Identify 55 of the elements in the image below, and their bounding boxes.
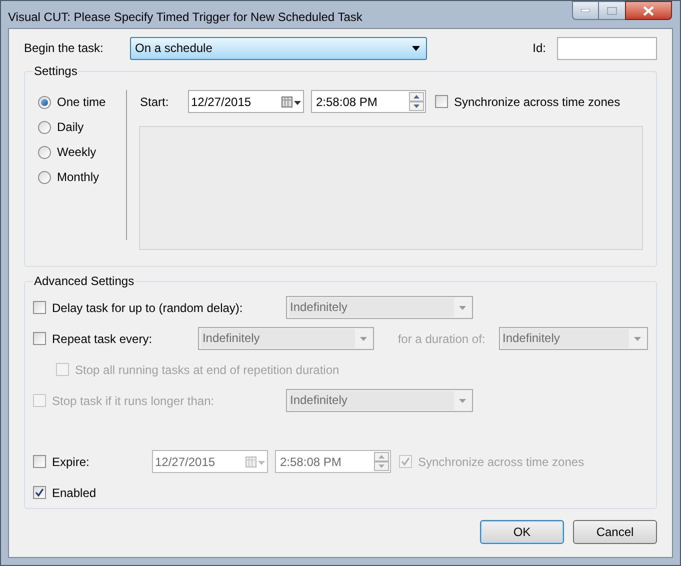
calendar-icon — [245, 456, 267, 468]
checkbox-label: Delay task for up to (random delay): — [52, 300, 243, 316]
group-title: Settings — [33, 64, 78, 78]
time-field[interactable]: 2:58:08 PM — [311, 90, 426, 113]
checkbox-label: Stop all running tasks at end of repetition duration — [75, 362, 340, 378]
close-icon — [643, 6, 654, 16]
minimize-icon — [581, 9, 590, 12]
dropdown[interactable]: Indefinitely — [198, 327, 374, 350]
close-button[interactable] — [625, 1, 672, 20]
dropdown[interactable]: Indefinitely — [498, 327, 648, 350]
checkbox-label: Expire: — [52, 454, 90, 470]
radio-label: Monthly — [57, 169, 100, 186]
checkbox[interactable] — [33, 486, 46, 499]
spinner-icon[interactable] — [409, 92, 424, 111]
start-label: Start: — [140, 94, 170, 110]
checkbox-label: Enabled — [52, 484, 96, 502]
window-title: Visual CUT: Please Specify Timed Trigger for New Scheduled Task — [8, 9, 362, 26]
dropdown[interactable]: Indefinitely — [286, 296, 473, 319]
group-title: Advanced Settings — [33, 274, 136, 288]
radio-button[interactable] — [38, 120, 51, 134]
checkbox[interactable] — [33, 332, 46, 345]
time-field[interactable]: 2:58:08 PM — [275, 450, 391, 473]
checkbox[interactable] — [33, 455, 46, 468]
radio-label: Daily — [57, 119, 84, 136]
radio-label: One time — [57, 94, 106, 111]
maximize-button[interactable] — [599, 1, 625, 20]
radio-button[interactable] — [38, 96, 51, 108]
caret-icon — [360, 336, 367, 340]
checkbox-label: Synchronize across time zones — [418, 454, 584, 470]
dialog-button[interactable]: OK — [480, 520, 564, 544]
id-field[interactable] — [557, 36, 657, 60]
dialog-button[interactable]: Cancel — [573, 520, 657, 544]
field-label: Id: — [532, 40, 546, 57]
checkbox-label: Stop task if it runs longer than: — [52, 392, 214, 410]
radio-label: Weekly — [57, 144, 96, 161]
caret-icon — [634, 336, 641, 340]
date-field[interactable]: 12/27/2015 — [188, 90, 304, 113]
checkbox-label: Synchronize across time zones — [454, 94, 620, 110]
checkbox[interactable] — [435, 95, 448, 108]
checkbox[interactable] — [399, 455, 412, 468]
caret-icon — [459, 398, 466, 402]
minimize-button[interactable] — [572, 1, 599, 20]
checkbox-label: Repeat task every: — [52, 330, 152, 348]
spinner-icon[interactable] — [374, 452, 389, 471]
field-label: Begin the task: — [24, 40, 104, 57]
caret-icon — [412, 46, 420, 50]
duration-label: for a duration of: — [398, 330, 486, 348]
calendar-icon — [281, 96, 303, 108]
radio-button[interactable] — [38, 170, 51, 184]
caret-icon — [459, 306, 466, 310]
date-field[interactable]: 12/27/2015 — [152, 450, 268, 473]
checkbox[interactable] — [33, 301, 46, 314]
radio-button[interactable] — [38, 146, 51, 158]
maximize-icon — [607, 6, 617, 14]
begin-dropdown[interactable]: On a schedule — [130, 36, 427, 60]
